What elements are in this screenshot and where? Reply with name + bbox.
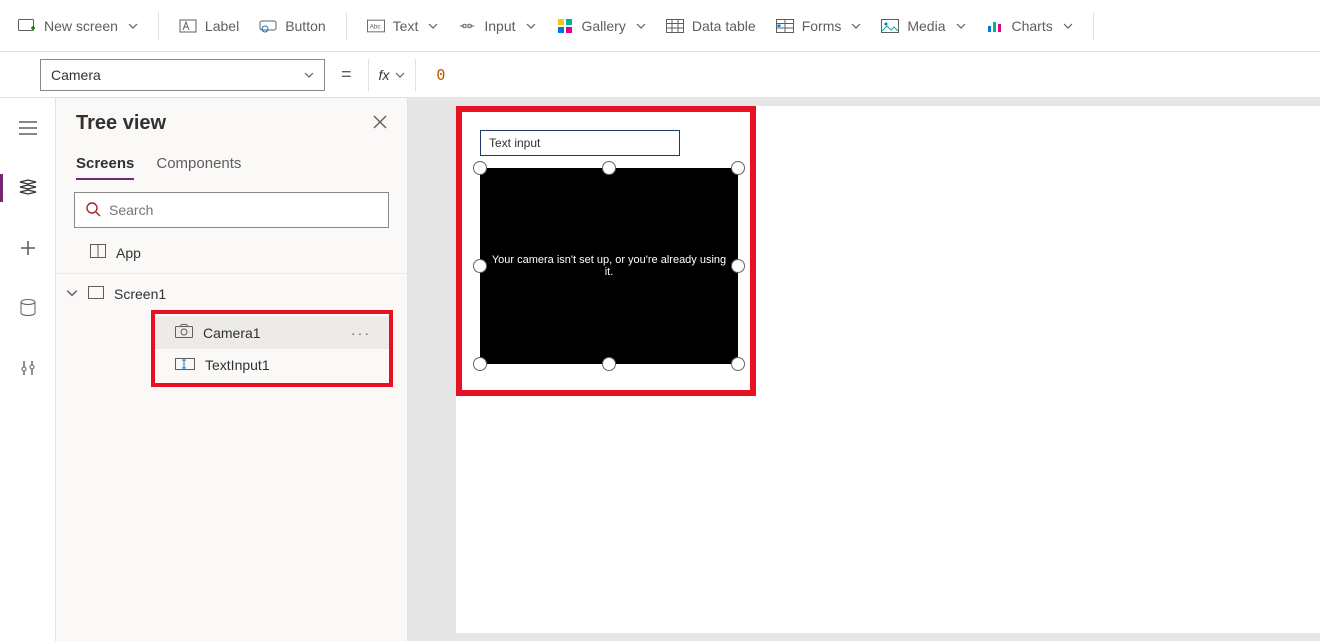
insert-media-label: Media [907, 18, 945, 34]
insert-label-text: Label [205, 18, 239, 34]
insert-input-label: Input [484, 18, 515, 34]
search-icon [85, 201, 101, 220]
chevron-down-icon [1063, 18, 1073, 34]
main-area: Tree view Screens Components App [0, 98, 1320, 641]
tab-screens[interactable]: Screens [76, 149, 134, 180]
separator [158, 12, 159, 40]
screen-icon [88, 286, 104, 302]
insert-gallery-label: Gallery [582, 18, 626, 34]
annotation-highlight: Text input Your camera isn't set up, or … [456, 106, 756, 396]
button-icon [259, 17, 277, 35]
control-camera1[interactable]: Your camera isn't set up, or you're alre… [480, 168, 738, 364]
divider [56, 273, 407, 274]
new-screen-label: New screen [44, 18, 118, 34]
separator [346, 12, 347, 40]
app-icon [90, 244, 106, 261]
tree-view-title: Tree view [76, 112, 166, 135]
insert-label-button[interactable]: Label [169, 11, 249, 41]
chevron-down-icon [428, 18, 438, 34]
selection-handle-tl[interactable] [473, 161, 487, 175]
tree-view-panel: Tree view Screens Components App [56, 98, 408, 641]
svg-text:Abc: Abc [369, 23, 380, 30]
tree-node-textinput1-label: TextInput1 [205, 357, 270, 373]
separator [1093, 12, 1094, 40]
selection-handle-tr[interactable] [731, 161, 745, 175]
selection-handle-bc[interactable] [602, 357, 616, 371]
chevron-down-icon [956, 18, 966, 34]
insert-text-menu[interactable]: Abc Text [357, 11, 449, 41]
control-textinput1[interactable]: Text input [480, 130, 680, 156]
media-icon [881, 17, 899, 35]
close-icon[interactable] [373, 115, 387, 132]
tree-search[interactable] [74, 192, 389, 228]
chevron-down-icon [395, 67, 405, 83]
insert-button-text: Button [285, 18, 325, 34]
left-rail [0, 98, 56, 641]
selection-handle-ml[interactable] [473, 259, 487, 273]
tree-node-textinput1[interactable]: TextInput1 [155, 349, 389, 381]
charts-icon [986, 17, 1004, 35]
tree-search-input[interactable] [109, 202, 378, 218]
tree-node-camera1-label: Camera1 [203, 325, 261, 341]
formula-input[interactable] [426, 59, 1304, 91]
fx-button[interactable]: fx [368, 59, 417, 91]
annotation-highlight: Camera1 ··· TextInput1 [151, 310, 393, 387]
camera-icon [175, 324, 193, 341]
text-input-icon [175, 357, 195, 373]
insert-forms-label: Forms [802, 18, 842, 34]
selection-handle-br[interactable] [731, 357, 745, 371]
insert-data-table-label: Data table [692, 18, 756, 34]
formula-bar: Camera = fx [0, 52, 1320, 98]
gallery-icon [556, 17, 574, 35]
insert-forms-menu[interactable]: Forms [766, 11, 872, 41]
screen-plus-icon [18, 17, 36, 35]
rail-tools[interactable] [8, 348, 48, 388]
tree-node-screen1-label: Screen1 [114, 286, 166, 302]
rail-hamburger[interactable] [8, 108, 48, 148]
forms-icon [776, 17, 794, 35]
more-icon[interactable]: ··· [351, 325, 371, 341]
label-icon [179, 17, 197, 35]
insert-input-menu[interactable]: Input [448, 11, 545, 41]
rail-tree-view[interactable] [8, 168, 48, 208]
tree-node-screen1[interactable]: Screen1 [56, 278, 407, 310]
rail-insert[interactable] [8, 228, 48, 268]
new-screen-button[interactable]: New screen [8, 11, 148, 41]
chevron-down-icon [851, 18, 861, 34]
tree-node-app-label: App [116, 245, 141, 261]
insert-charts-menu[interactable]: Charts [976, 11, 1083, 41]
tab-components[interactable]: Components [156, 149, 241, 180]
tree-tabs: Screens Components [56, 141, 407, 180]
chevron-down-icon[interactable] [66, 286, 78, 302]
tree-node-camera1[interactable]: Camera1 ··· [155, 316, 389, 349]
chevron-down-icon [128, 18, 138, 34]
insert-media-menu[interactable]: Media [871, 11, 975, 41]
artboard-screen1[interactable]: Text input Your camera isn't set up, or … [456, 106, 1320, 633]
canvas[interactable]: Text input Your camera isn't set up, or … [408, 98, 1320, 641]
fx-label: fx [379, 67, 390, 83]
selection-handle-bl[interactable] [473, 357, 487, 371]
ribbon: New screen Label Button Abc Text [0, 0, 1320, 52]
chevron-down-icon [636, 18, 646, 34]
insert-data-table-button[interactable]: Data table [656, 11, 766, 41]
property-selector[interactable]: Camera [40, 59, 325, 91]
insert-charts-label: Charts [1012, 18, 1053, 34]
insert-text-label: Text [393, 18, 419, 34]
insert-gallery-menu[interactable]: Gallery [546, 11, 656, 41]
camera-placeholder-message: Your camera isn't set up, or you're alre… [480, 254, 738, 278]
selection-handle-mr[interactable] [731, 259, 745, 273]
chevron-down-icon [526, 18, 536, 34]
text-input-value: Text input [489, 136, 540, 150]
selection-handle-tc[interactable] [602, 161, 616, 175]
chevron-down-icon [304, 67, 314, 83]
insert-button-button[interactable]: Button [249, 11, 335, 41]
data-table-icon [666, 17, 684, 35]
text-icon: Abc [367, 17, 385, 35]
input-icon [458, 17, 476, 35]
rail-data[interactable] [8, 288, 48, 328]
tree-node-app[interactable]: App [56, 236, 407, 269]
equals-sign: = [335, 64, 358, 85]
property-selector-value: Camera [51, 67, 101, 83]
